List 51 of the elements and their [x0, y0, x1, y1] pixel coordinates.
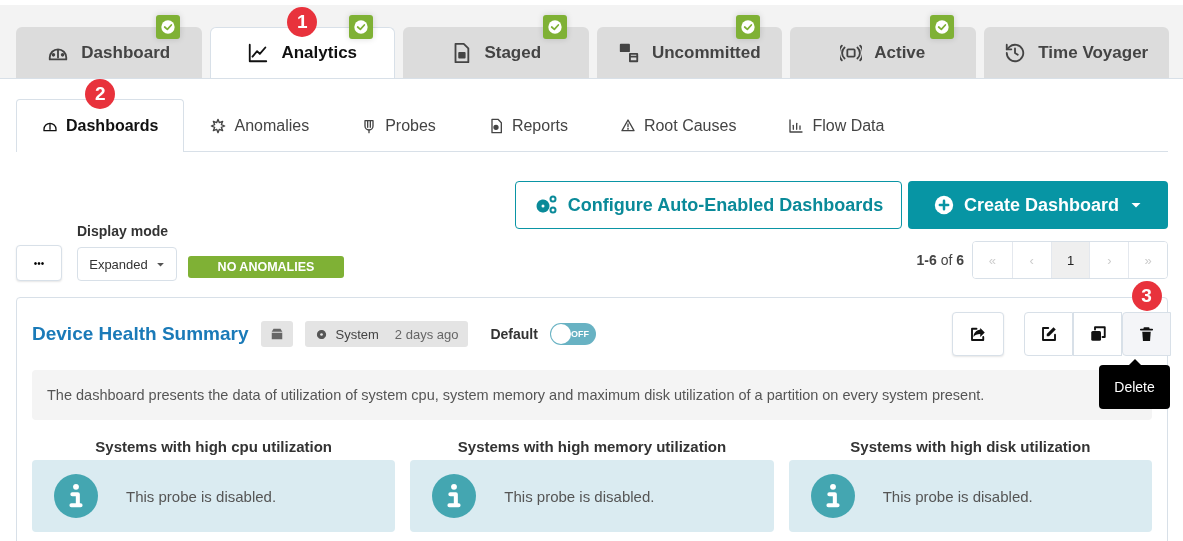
delete-button[interactable]: [1122, 312, 1171, 356]
field-label: Display mode: [77, 223, 170, 239]
copy-icon: [1088, 325, 1107, 343]
sub-tab[interactable]: Dashboards: [16, 99, 185, 152]
burst-icon: [210, 117, 227, 134]
page-button[interactable]: 1: [1050, 242, 1090, 278]
sub-tab[interactable]: Reports: [461, 99, 594, 151]
share-button[interactable]: [952, 312, 1004, 356]
nav-tab[interactable]: Analytics: [209, 27, 395, 78]
nav-tab[interactable]: Time Voyager: [983, 27, 1169, 78]
nav-tab[interactable]: Dashboard: [16, 27, 202, 78]
widget-title: Systems with high disk utilization: [849, 438, 1092, 457]
sub-tab[interactable]: Flow Data: [762, 99, 911, 151]
configure-button[interactable]: Configure Auto-Enabled Dashboards: [515, 181, 902, 229]
status-badge: NO ANOMALIES: [188, 256, 344, 278]
edit-icon: [1039, 325, 1058, 343]
step-number: 1: [287, 7, 318, 37]
sub-tab[interactable]: Probes: [335, 99, 462, 151]
nav-tab[interactable]: Uncommitted: [596, 27, 782, 78]
toggle-label: Default: [490, 326, 538, 342]
copy-button[interactable]: [1073, 312, 1122, 356]
create-dashboard-button[interactable]: Create Dashboard: [908, 181, 1168, 229]
tooltip: Delete: [1099, 359, 1170, 409]
step-number: 3: [1131, 281, 1162, 311]
boxes-icon: [617, 41, 640, 64]
display-mode-select[interactable]: Expanded: [77, 247, 177, 281]
bar-chart-icon: [788, 117, 805, 134]
info-icon: [810, 474, 855, 518]
alert-icon: [619, 117, 636, 134]
nav-tab[interactable]: Active: [790, 27, 976, 78]
page-count: 1-6 of 6: [916, 252, 964, 268]
info-icon: [432, 474, 477, 518]
source-tag: System 2 days ago: [304, 321, 469, 347]
info-message: This probe is disabled.: [410, 460, 774, 532]
plus-circle-icon: [934, 195, 954, 215]
dashboard-title[interactable]: Device Health Summary: [32, 323, 249, 345]
info-message: This probe is disabled.: [32, 460, 396, 532]
more-button[interactable]: •••: [16, 245, 62, 281]
info-icon: [54, 474, 98, 518]
widget-title: Systems with high memory utilization: [456, 438, 728, 457]
widget-title: Systems with high cpu utilization: [94, 438, 333, 457]
step-number: 2: [85, 79, 116, 109]
line-chart-icon: [247, 42, 270, 64]
info-message: This probe is disabled.: [788, 460, 1152, 532]
sub-tab[interactable]: Anomalies: [184, 99, 336, 151]
sub-tab[interactable]: Root Causes: [593, 99, 763, 151]
share-icon: [969, 325, 987, 343]
edit-button[interactable]: [1024, 312, 1073, 356]
history-icon: [1004, 41, 1027, 64]
trash-icon: [1138, 325, 1155, 343]
nav-tab[interactable]: Staged: [403, 27, 589, 78]
